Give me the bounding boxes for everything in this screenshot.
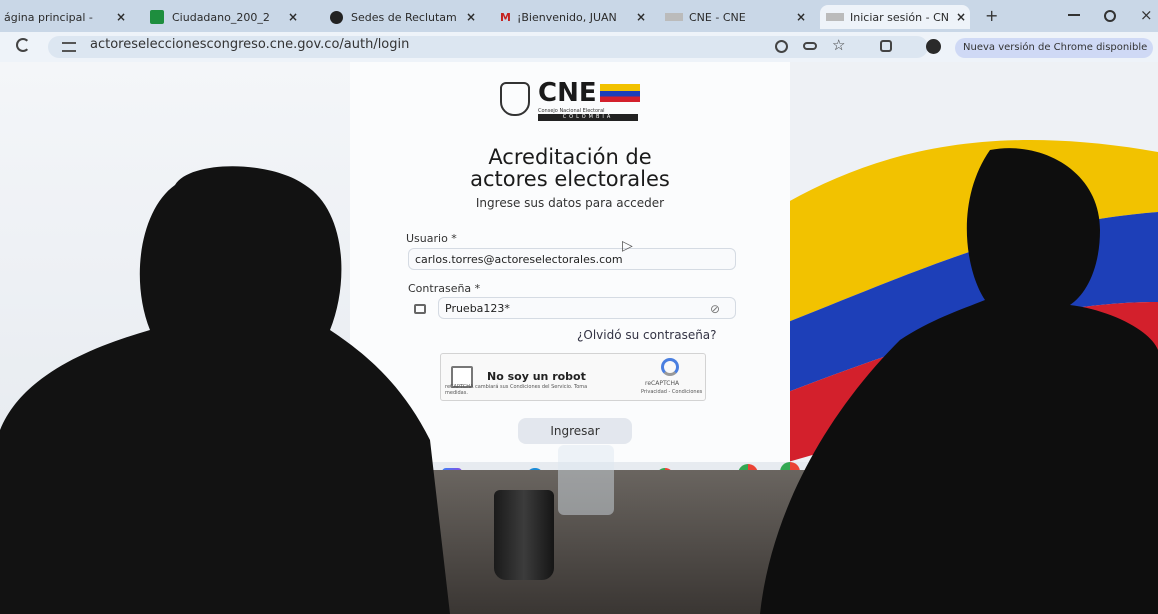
man-silhouette [760,148,1158,614]
silhouettes [0,148,1158,614]
woman-silhouette [0,166,450,614]
photo-scene: ágina principal - × Ciudadano_200_2 × Se… [0,0,1158,614]
